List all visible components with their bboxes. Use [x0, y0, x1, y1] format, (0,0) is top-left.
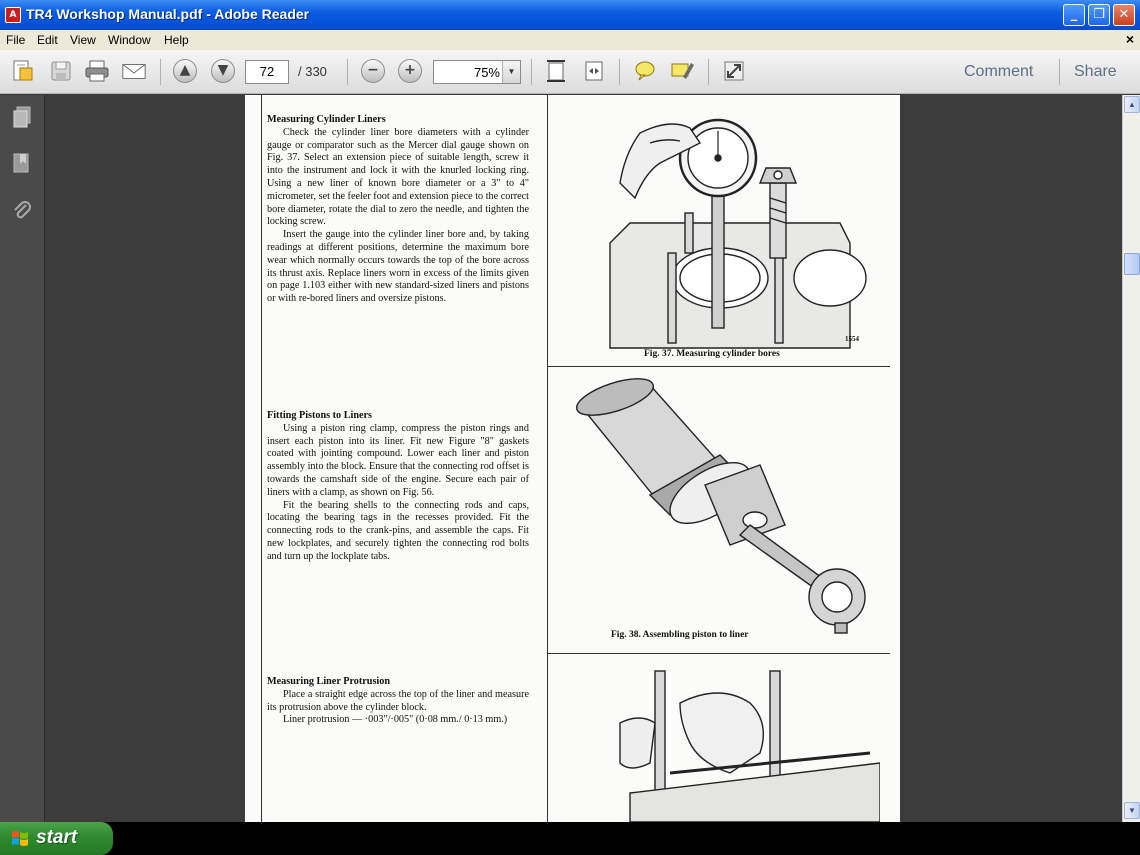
figure-37-caption: Fig. 37. Measuring cylinder bores [644, 349, 780, 359]
paragraph: Liner protrusion — ·003"/·005" (0·08 mm.… [283, 714, 508, 726]
save-icon[interactable] [48, 58, 74, 84]
zoom-select[interactable]: 75% ▼ [433, 60, 521, 84]
close-button[interactable]: ✕ [1113, 4, 1135, 26]
figure-39-illustration [619, 670, 880, 822]
menu-edit[interactable]: Edit [37, 33, 58, 47]
menu-window[interactable]: Window [108, 33, 151, 47]
figure-tag: 1554 [845, 335, 860, 343]
page-total: / 330 [298, 64, 327, 79]
menu-bar: File Edit View Window Help × [0, 30, 1140, 50]
figure-divider [548, 366, 890, 367]
sticky-note-icon[interactable] [632, 58, 658, 84]
maximize-button[interactable]: ❐ [1088, 4, 1110, 26]
paragraph: Check the cylinder liner bore diameters … [267, 126, 529, 228]
section-heading: Fitting Pistons to Liners [267, 410, 372, 421]
section-fitting-pistons: Fitting Pistons to Liners Using a piston… [267, 410, 529, 564]
print-icon[interactable] [84, 58, 110, 84]
start-button[interactable]: start [0, 822, 113, 855]
zoom-out-icon[interactable]: − [361, 59, 385, 83]
bookmarks-icon[interactable] [10, 151, 34, 175]
zoom-in-icon[interactable]: + [398, 59, 422, 83]
email-icon[interactable] [121, 58, 147, 84]
scroll-up-button[interactable]: ▲ [1124, 96, 1140, 113]
pdf-page: Measuring Cylinder Liners Check the cyli… [245, 95, 900, 822]
section-measuring-cylinder-liners: Measuring Cylinder Liners Check the cyli… [267, 114, 529, 306]
toolbar-separator [160, 59, 161, 85]
menu-file[interactable]: File [6, 33, 25, 47]
scroll-thumb[interactable] [1124, 253, 1140, 275]
fit-page-icon[interactable] [543, 58, 569, 84]
pages-panel-icon[interactable] [10, 105, 34, 129]
zoom-value: 75% [473, 65, 500, 80]
taskbar: start [0, 822, 1140, 855]
attachments-icon[interactable] [10, 199, 34, 223]
menu-view[interactable]: View [70, 33, 96, 47]
figure-divider [548, 653, 890, 654]
comment-button[interactable]: Comment [964, 63, 1033, 81]
toolbar: ▲ ▼ 72 / 330 − + 75% ▼ Comment Share [0, 50, 1140, 94]
section-heading: Measuring Cylinder Liners [267, 114, 386, 125]
highlight-icon[interactable] [669, 58, 695, 84]
toolbar-separator [531, 59, 532, 85]
section-heading: Measuring Liner Protrusion [267, 676, 391, 687]
windows-flag-icon [12, 831, 28, 846]
toolbar-separator [708, 59, 709, 85]
toolbar-separator [1059, 59, 1060, 85]
paragraph: Using a piston ring clamp, compress the … [267, 422, 529, 498]
toolbar-separator [619, 59, 620, 85]
paragraph: Fit the bearing shells to the connecting… [267, 499, 529, 562]
chevron-down-icon[interactable]: ▼ [502, 61, 520, 83]
scroll-down-button[interactable]: ▼ [1124, 802, 1140, 819]
window-title: TR4 Workshop Manual.pdf - Adobe Reader [26, 6, 310, 22]
navigation-panel [0, 95, 45, 822]
share-button[interactable]: Share [1074, 63, 1117, 81]
pdf-app-icon[interactable]: A [5, 7, 21, 23]
menu-help[interactable]: Help [164, 33, 189, 47]
figure-38-caption: Fig. 38. Assembling piston to liner [611, 630, 749, 640]
paragraph: Insert the gauge into the cylinder liner… [267, 229, 529, 305]
title-bar: A TR4 Workshop Manual.pdf - Adobe Reader… [0, 0, 1140, 30]
start-label: start [36, 827, 78, 848]
next-page-icon[interactable]: ▼ [211, 59, 235, 83]
document-view[interactable]: Measuring Cylinder Liners Check the cyli… [46, 95, 1122, 822]
page-number-input[interactable]: 72 [245, 60, 289, 84]
full-screen-icon[interactable] [721, 58, 747, 84]
document-close-button[interactable]: × [1126, 31, 1134, 47]
fit-width-icon[interactable] [581, 58, 607, 84]
minimize-button[interactable]: _ [1063, 4, 1085, 26]
vertical-scrollbar[interactable]: ▲ ▼ [1122, 95, 1140, 822]
paragraph: Place a straight edge across the top of … [267, 688, 529, 713]
previous-page-icon[interactable]: ▲ [173, 59, 197, 83]
toolbar-separator [347, 59, 348, 85]
create-pdf-icon[interactable] [10, 58, 36, 84]
section-measuring-liner-protrusion: Measuring Liner Protrusion Place a strai… [267, 676, 529, 727]
figure-38-illustration [576, 378, 866, 634]
figure-37-illustration: 1554 [609, 118, 867, 349]
